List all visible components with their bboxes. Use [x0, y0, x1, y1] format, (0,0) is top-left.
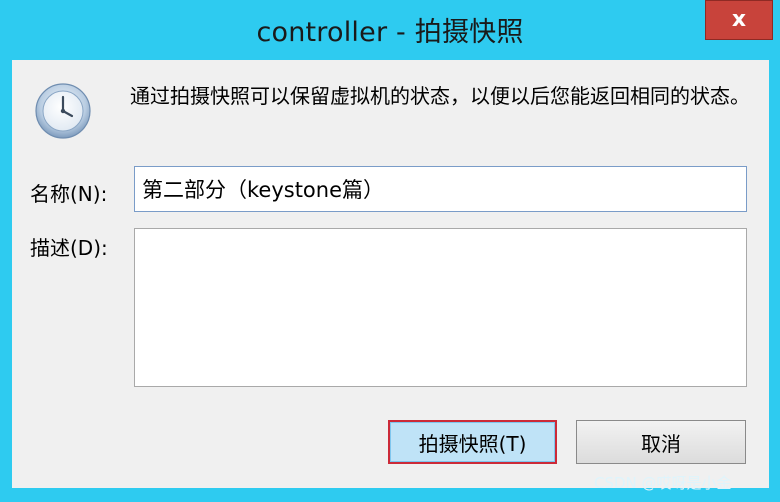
dialog-content: 通过拍摄快照可以保留虚拟机的状态，以便以后您能返回相同的状态。 名称(N): 描…	[12, 60, 769, 488]
watermark: CSDN @哎呀是小金	[594, 474, 732, 492]
title-bar[interactable]: controller - 拍摄快照 x	[0, 0, 780, 58]
close-button[interactable]: x	[705, 0, 773, 40]
snapshot-dialog-window: controller - 拍摄快照 x 通过拍摄快照可以保留虚拟机的状态，以便以…	[0, 0, 780, 502]
snapshot-description-textarea[interactable]	[134, 228, 747, 387]
take-snapshot-button[interactable]: 拍摄快照(T)	[388, 420, 557, 464]
window-title: controller - 拍摄快照	[256, 17, 524, 48]
name-label: 名称(N):	[30, 182, 108, 206]
cancel-button[interactable]: 取消	[576, 420, 746, 464]
description-label: 描述(D):	[30, 236, 108, 260]
close-icon: x	[731, 7, 747, 32]
snapshot-name-input[interactable]	[134, 166, 747, 212]
clock-icon	[35, 83, 91, 139]
dialog-description: 通过拍摄快照可以保留虚拟机的状态，以便以后您能返回相同的状态。	[130, 84, 750, 108]
